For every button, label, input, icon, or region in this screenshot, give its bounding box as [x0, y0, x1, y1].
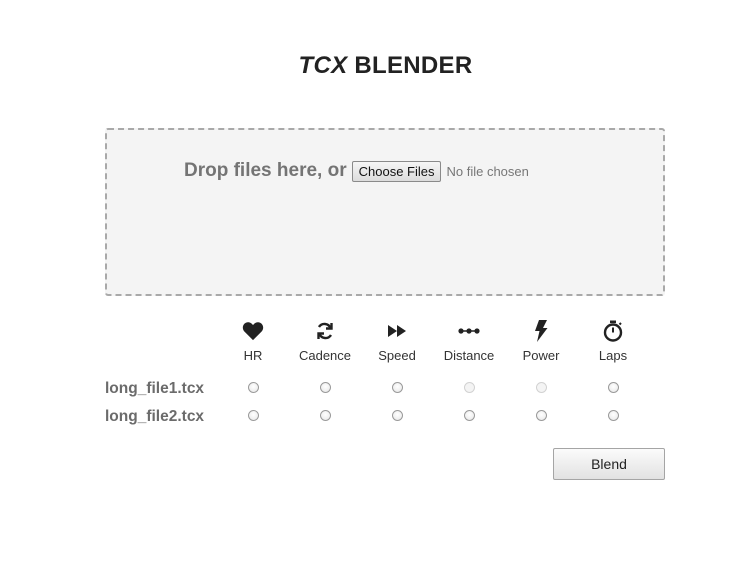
- radio-file1-cadence[interactable]: [320, 382, 331, 393]
- column-cadence: Cadence: [285, 318, 365, 363]
- column-speed: Speed: [357, 318, 437, 363]
- column-label-hr: HR: [243, 348, 263, 363]
- column-power: Power: [501, 318, 581, 363]
- column-hr: HR: [213, 318, 293, 363]
- radio-file2-distance[interactable]: [464, 410, 475, 421]
- radio-file1-power: [536, 382, 547, 393]
- file-dropzone[interactable]: Drop files here, or Choose Files No file…: [105, 128, 665, 296]
- radio-file2-cadence[interactable]: [320, 410, 331, 421]
- radio-file1-laps[interactable]: [608, 382, 619, 393]
- radio-file2-speed[interactable]: [392, 410, 403, 421]
- file-name-1: long_file1.tcx: [105, 380, 205, 397]
- column-label-power: Power: [522, 348, 560, 363]
- radio-file2-laps[interactable]: [608, 410, 619, 421]
- radio-file1-distance: [464, 382, 475, 393]
- column-distance: Distance: [429, 318, 509, 363]
- title-italic: TCX: [298, 52, 348, 79]
- no-file-chosen-text: No file chosen: [446, 163, 529, 179]
- blend-button[interactable]: Blend: [553, 448, 665, 480]
- radio-file1-hr[interactable]: [248, 382, 259, 393]
- radio-file1-speed[interactable]: [392, 382, 403, 393]
- distance-dots-icon: [429, 318, 509, 344]
- column-label-speed: Speed: [378, 348, 416, 363]
- column-label-laps: Laps: [598, 348, 628, 363]
- choose-files-button[interactable]: Choose Files: [351, 160, 442, 182]
- column-label-distance: Distance: [443, 348, 495, 363]
- refresh-icon: [285, 318, 365, 344]
- file-name-2: long_file2.tcx: [105, 408, 205, 425]
- title-rest: BLENDER: [347, 52, 473, 79]
- drop-row: Drop files here, or Choose Files No file…: [184, 160, 529, 182]
- heart-icon: [213, 318, 293, 344]
- page-title: TCX BLENDER: [0, 52, 741, 80]
- radio-file2-hr[interactable]: [248, 410, 259, 421]
- fast-forward-icon: [357, 318, 437, 344]
- column-laps: Laps: [573, 318, 653, 363]
- column-label-cadence: Cadence: [298, 348, 352, 363]
- drop-instructions: Drop files here, or: [184, 160, 347, 181]
- stopwatch-icon: [573, 318, 653, 344]
- lightning-bolt-icon: [501, 318, 581, 344]
- radio-file2-power[interactable]: [536, 410, 547, 421]
